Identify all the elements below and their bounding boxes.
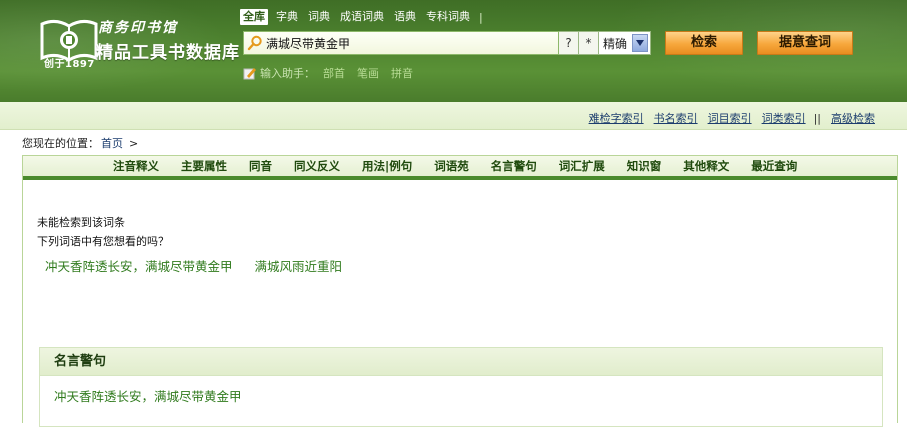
index-separator: || bbox=[813, 111, 821, 125]
wildcard-question-button[interactable]: ? bbox=[559, 31, 579, 55]
quotes-panel-title: 名言警句 bbox=[40, 348, 882, 376]
suggestion-list: 冲天香阵透长安，满城尽带黄金甲 满城风雨近重阳 bbox=[45, 256, 364, 275]
tab-word-garden[interactable]: 词语苑 bbox=[434, 158, 469, 174]
input-assist: 输入助手： 部首 笔画 拼音 bbox=[243, 65, 425, 81]
tab-synonyms-antonyms[interactable]: 同义反义 bbox=[294, 158, 340, 174]
tab-phrase-dictionary[interactable]: 语典 bbox=[389, 9, 421, 25]
chevron-down-icon[interactable] bbox=[632, 34, 648, 52]
index-bar: 难检字索引 书名索引 词目索引 词类索引 || 高级检索 bbox=[0, 102, 907, 130]
tab-word-dictionary[interactable]: 词典 bbox=[303, 9, 335, 25]
input-assist-label: 输入助手： bbox=[260, 67, 315, 80]
wildcard-star-button[interactable]: * bbox=[579, 31, 599, 55]
tab-vocabulary-expansion[interactable]: 词汇扩展 bbox=[559, 158, 605, 174]
tab-specialty-dictionary[interactable]: 专科词典 bbox=[421, 9, 475, 25]
content-box: 注音释义 主要属性 同音 同义反义 用法|例句 词语苑 名言警句 词汇扩展 知识… bbox=[22, 155, 898, 427]
lookup-by-meaning-button[interactable]: 据意查词 bbox=[757, 31, 853, 55]
search-input[interactable] bbox=[266, 33, 546, 53]
tab-character-dictionary[interactable]: 字典 bbox=[271, 9, 303, 25]
suggestion-link[interactable]: 冲天香阵透长安，满城尽带黄金甲 bbox=[45, 256, 233, 275]
logo-since-text: 创于1897 bbox=[44, 59, 95, 70]
quote-link[interactable]: 冲天香阵透长安，满城尽带黄金甲 bbox=[54, 386, 242, 405]
tab-knowledge-window[interactable]: 知识窗 bbox=[627, 158, 662, 174]
suggestion-link[interactable]: 满城风雨近重阳 bbox=[255, 256, 343, 275]
site-header: 创于1897 商务印书馆 精品工具书数据库 全库 字典 词典 成语词典 语典 专… bbox=[0, 0, 907, 102]
match-mode-select[interactable]: 精确 bbox=[599, 31, 651, 55]
tab-pronunciation-definition[interactable]: 注音释义 bbox=[113, 158, 159, 174]
tab-all[interactable]: 全库 bbox=[240, 9, 268, 25]
search-button[interactable]: 检索 bbox=[665, 31, 743, 55]
assist-pinyin-link[interactable]: 拼音 bbox=[391, 65, 413, 81]
index-book-title-link[interactable]: 书名索引 bbox=[654, 110, 698, 126]
index-rare-characters-link[interactable]: 难检字索引 bbox=[589, 110, 644, 126]
tab-usage-examples[interactable]: 用法|例句 bbox=[362, 158, 412, 174]
advanced-search-link[interactable]: 高级检索 bbox=[831, 110, 875, 126]
assist-stroke-link[interactable]: 笔画 bbox=[357, 65, 379, 81]
tab-separator: | bbox=[479, 10, 483, 24]
tab-idiom-dictionary[interactable]: 成语词典 bbox=[335, 9, 389, 25]
chevron-right-icon: > bbox=[129, 136, 139, 150]
not-found-message: 未能检索到该词条 bbox=[37, 216, 125, 229]
search-icon bbox=[244, 32, 266, 54]
tab-main-attributes[interactable]: 主要属性 bbox=[181, 158, 227, 174]
breadcrumb-prefix: 您现在的位置： bbox=[22, 137, 99, 150]
quotes-panel: 名言警句 冲天香阵透长安，满城尽带黄金甲 bbox=[39, 347, 883, 427]
feature-tabs: 注音释义 主要属性 同音 同义反义 用法|例句 词语苑 名言警句 词汇扩展 知识… bbox=[23, 156, 897, 180]
brand-database-name: 精品工具书数据库 bbox=[96, 43, 240, 63]
assist-radical-link[interactable]: 部首 bbox=[323, 65, 345, 81]
tab-other-definitions[interactable]: 其他释文 bbox=[683, 158, 729, 174]
pencil-icon bbox=[243, 68, 256, 80]
index-links: 难检字索引 书名索引 词目索引 词类索引 || 高级检索 bbox=[579, 110, 875, 126]
brand-publisher-name: 商务印书馆 bbox=[98, 20, 178, 36]
index-word-class-link[interactable]: 词类索引 bbox=[762, 110, 806, 126]
breadcrumb-home-link[interactable]: 首页 bbox=[101, 135, 123, 151]
tab-homophones[interactable]: 同音 bbox=[249, 158, 272, 174]
tab-famous-quotes[interactable]: 名言警句 bbox=[491, 158, 537, 174]
match-mode-value: 精确 bbox=[603, 36, 628, 51]
search-box bbox=[243, 31, 559, 55]
search-row: ? * 精确 检索 据意查词 bbox=[243, 31, 853, 55]
tab-recent-queries[interactable]: 最近查询 bbox=[751, 158, 797, 174]
category-tabs: 全库 字典 词典 成语词典 语典 专科词典 | bbox=[240, 9, 483, 25]
index-entry-link[interactable]: 词目索引 bbox=[708, 110, 752, 126]
suggestion-prompt: 下列词语中有您想看的吗？ bbox=[37, 235, 169, 248]
breadcrumb: 您现在的位置： 首页 > bbox=[22, 135, 138, 151]
